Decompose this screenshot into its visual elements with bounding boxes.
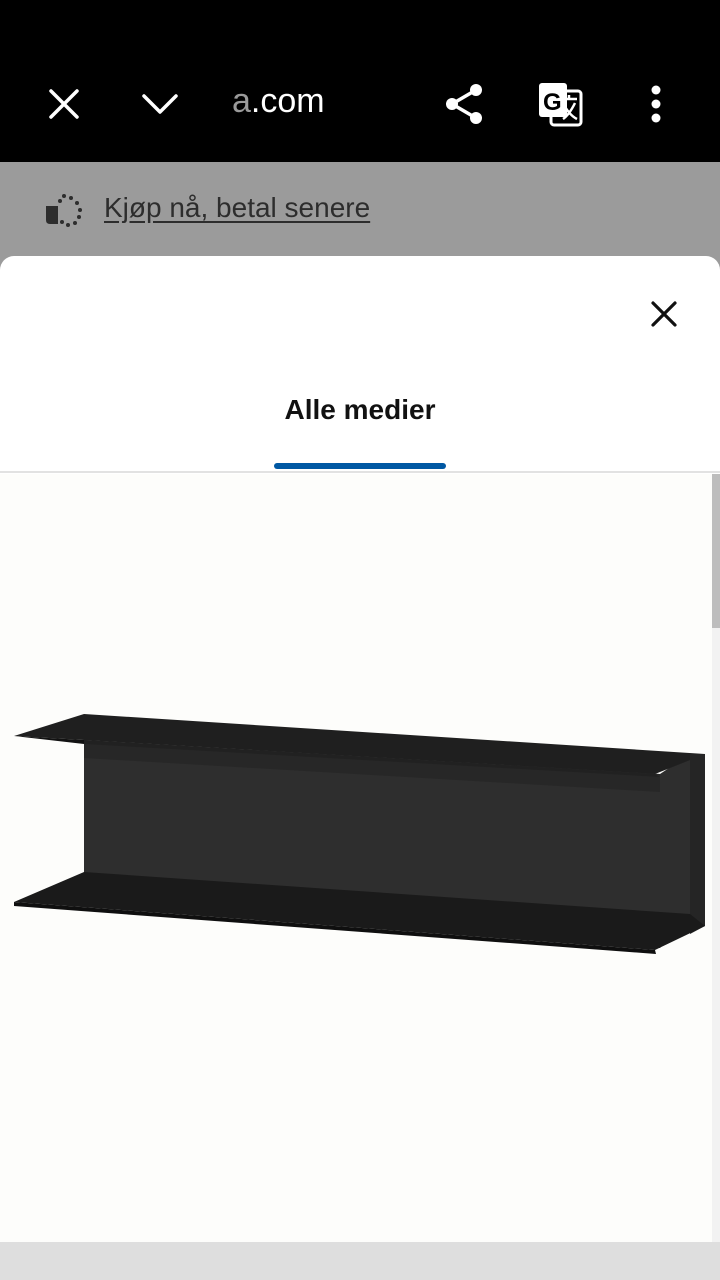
url-domain: .com xyxy=(250,82,325,120)
translate-button[interactable]: G xyxy=(530,74,590,134)
translate-icon: G xyxy=(539,83,583,127)
payment-later-icon xyxy=(46,194,82,227)
tab-label: Alle medier xyxy=(284,394,436,425)
close-icon xyxy=(49,89,79,119)
tab-all-media[interactable]: Alle medier xyxy=(0,394,720,446)
black-wall-shelf-image xyxy=(14,714,705,954)
chevron-down-icon xyxy=(142,94,178,114)
browser-toolbar: a.com G xyxy=(0,0,720,162)
active-tab-indicator xyxy=(274,463,446,469)
scrollbar-thumb[interactable] xyxy=(712,474,720,628)
expand-button[interactable] xyxy=(130,74,190,134)
next-media-preview xyxy=(0,1242,720,1280)
address-bar[interactable]: a.com xyxy=(232,82,325,121)
share-button[interactable] xyxy=(434,74,494,134)
svg-text:G: G xyxy=(543,89,562,116)
buy-now-pay-later-link[interactable]: Kjøp nå, betal senere xyxy=(104,192,370,224)
tab-divider xyxy=(0,471,720,473)
more-vertical-icon xyxy=(651,85,661,123)
close-modal-button[interactable] xyxy=(640,290,688,338)
menu-button[interactable] xyxy=(626,74,686,134)
media-modal: Alle medier xyxy=(0,256,720,1280)
url-faded-part: a xyxy=(232,82,251,120)
close-tab-button[interactable] xyxy=(34,74,94,134)
scrollbar-track xyxy=(712,628,720,1242)
product-media-viewer[interactable] xyxy=(0,474,712,1242)
share-icon xyxy=(446,84,482,124)
close-icon xyxy=(651,301,677,327)
